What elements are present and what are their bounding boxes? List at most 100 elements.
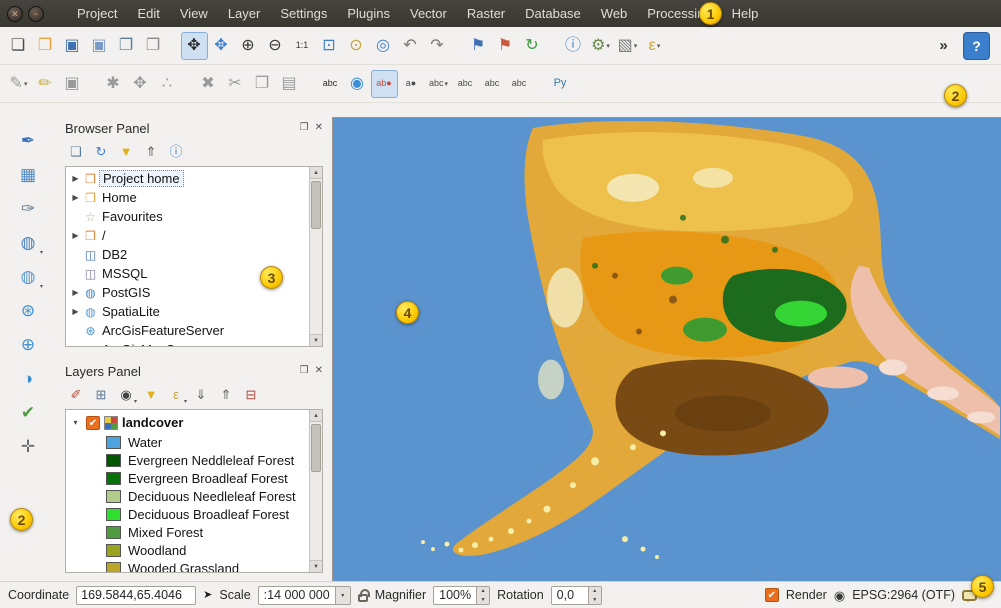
highlight-labels-button[interactable]: ab● <box>371 70 398 98</box>
browser-scrollbar[interactable]: ▲ ▼ <box>309 167 322 346</box>
scroll-up-icon[interactable]: ▲ <box>310 410 322 422</box>
filter-legend-button[interactable]: ▼ <box>140 384 162 406</box>
browser-item-project-home[interactable]: ▶ ❒ Project home <box>66 169 309 188</box>
scroll-up-icon[interactable]: ▲ <box>310 167 322 179</box>
save-project-as-button[interactable]: ▣ <box>86 32 113 60</box>
menu-help[interactable]: Help <box>722 1 769 26</box>
add-vector-layer-button[interactable]: ✒ <box>13 125 43 155</box>
remove-layer-button[interactable]: ⊟ <box>240 384 262 406</box>
add-postgis-layer-button[interactable]: ◍▾ <box>13 227 43 257</box>
float-panel-icon[interactable]: ❐ <box>300 366 309 376</box>
node-tool-button[interactable]: ∴ <box>154 70 181 98</box>
scroll-down-icon[interactable]: ▼ <box>310 334 322 346</box>
menu-plugins[interactable]: Plugins <box>337 1 400 26</box>
expander-icon[interactable]: ▶ <box>69 307 82 316</box>
menu-settings[interactable]: Settings <box>270 1 337 26</box>
expander-icon[interactable]: ▶ <box>69 231 82 240</box>
browser-item-db2[interactable]: ◫ DB2 <box>66 245 309 264</box>
menu-project[interactable]: Project <box>67 1 127 26</box>
pan-to-selection-button[interactable]: ✥ <box>208 32 235 60</box>
show-bookmarks-button[interactable]: ⚑ <box>492 32 519 60</box>
new-project-button[interactable]: ❏ <box>5 32 32 60</box>
scrollbar-thumb[interactable] <box>311 181 321 229</box>
legend-item-woodland[interactable]: Woodland <box>66 541 309 559</box>
zoom-out-button[interactable]: ⊖ <box>262 32 289 60</box>
layers-scrollbar[interactable]: ▲ ▼ <box>309 410 322 572</box>
scrollbar-thumb[interactable] <box>311 424 321 472</box>
browser-item-arcgismapserver[interactable]: ⊛ ArcGisMapServer <box>66 340 309 346</box>
zoom-next-button[interactable]: ↷ <box>424 32 451 60</box>
zoom-full-button[interactable]: ⊡ <box>316 32 343 60</box>
browser-properties-button[interactable]: ⓘ <box>165 141 187 163</box>
expand-all-button[interactable]: ⇓ <box>190 384 212 406</box>
close-panel-icon[interactable]: ✕ <box>315 123 323 133</box>
new-spatialite-layer-button[interactable]: ✛ <box>13 431 43 461</box>
magnifier-value[interactable]: 100% <box>434 587 476 604</box>
open-styling-dock-button[interactable]: ✐ <box>65 384 87 406</box>
python-console-button[interactable]: Py <box>547 70 574 98</box>
close-icon[interactable]: ✕ <box>7 6 23 22</box>
spin-up-icon[interactable]: ▲ <box>589 587 601 596</box>
toggle-editing-button[interactable]: ✏ <box>32 70 59 98</box>
add-delimited-text-button[interactable]: ✑ <box>13 193 43 223</box>
magnifier-spinner[interactable]: 100% ▲▼ <box>433 586 490 605</box>
new-bookmark-button[interactable]: ⚑ <box>465 32 492 60</box>
pin-labels-button[interactable]: a● <box>398 70 425 98</box>
filter-browser-button[interactable]: ▼ <box>115 141 137 163</box>
save-layer-edits-button[interactable]: ▣ <box>59 70 86 98</box>
browser-item-favourites[interactable]: ☆ Favourites <box>66 207 309 226</box>
add-wcs-layer-button[interactable]: ⊕ <box>13 329 43 359</box>
add-feature-button[interactable]: ✱ <box>100 70 127 98</box>
zoom-to-selection-button[interactable]: ⊙ <box>343 32 370 60</box>
menu-database[interactable]: Database <box>515 1 591 26</box>
menu-layer[interactable]: Layer <box>218 1 271 26</box>
expander-icon[interactable]: ▾ <box>69 418 82 427</box>
legend-item-evergreen-neddleleaf[interactable]: Evergreen Neddleleaf Forest <box>66 451 309 469</box>
new-composer-button[interactable]: ❐ <box>113 32 140 60</box>
refresh-browser-button[interactable]: ↻ <box>90 141 112 163</box>
lock-scale-icon[interactable] <box>358 594 368 602</box>
legend-item-deciduous-needleleaf[interactable]: Deciduous Needleleaf Forest <box>66 487 309 505</box>
spin-down-icon[interactable]: ▼ <box>477 596 489 605</box>
zoom-native-button[interactable]: 1:1 <box>289 32 316 60</box>
rotate-label-button[interactable]: abc <box>479 70 506 98</box>
copy-features-button[interactable]: ❐ <box>249 70 276 98</box>
map-canvas[interactable] <box>332 117 1001 581</box>
scale-combo[interactable]: :14 000 000 ▾ <box>258 586 351 605</box>
move-feature-button[interactable]: ✥ <box>127 70 154 98</box>
spin-down-icon[interactable]: ▼ <box>589 596 601 605</box>
cut-features-button[interactable]: ✂ <box>222 70 249 98</box>
identify-features-button[interactable]: ⓘ <box>560 32 587 60</box>
expander-icon[interactable]: ▶ <box>69 174 82 183</box>
collapse-all-button[interactable]: ⇑ <box>140 141 162 163</box>
select-features-button[interactable]: ▧▾ <box>614 32 641 60</box>
expander-icon[interactable]: ▶ <box>69 288 82 297</box>
new-shapefile-layer-button[interactable]: ✔ <box>13 397 43 427</box>
mouse-position-icon[interactable]: ➤ <box>203 590 212 601</box>
add-selected-layers-button[interactable]: ❏ <box>65 141 87 163</box>
legend-item-evergreen-broadleaf[interactable]: Evergreen Broadleaf Forest <box>66 469 309 487</box>
add-wfs-layer-button[interactable]: ◑ <box>13 363 43 393</box>
expander-icon[interactable]: ▶ <box>69 193 82 202</box>
menu-view[interactable]: View <box>170 1 218 26</box>
layer-row-landcover[interactable]: ▾ ✔ landcover <box>66 412 309 433</box>
help-button[interactable]: ? <box>963 32 990 60</box>
coordinate-input[interactable] <box>76 586 196 605</box>
legend-item-water[interactable]: Water <box>66 433 309 451</box>
scroll-down-icon[interactable]: ▼ <box>310 560 322 572</box>
rotation-value[interactable]: 0,0 <box>552 587 588 604</box>
float-panel-icon[interactable]: ❐ <box>300 123 309 133</box>
legend-item-wooded-grassland[interactable]: Wooded Grassland <box>66 559 309 572</box>
browser-item-arcgisfeatureserver[interactable]: ⊛ ArcGisFeatureServer <box>66 321 309 340</box>
change-label-button[interactable]: abc <box>506 70 533 98</box>
add-spatialite-layer-button[interactable]: ◍▾ <box>13 261 43 291</box>
zoom-last-button[interactable]: ↶ <box>397 32 424 60</box>
open-project-button[interactable]: ❒ <box>32 32 59 60</box>
browser-item-spatialite[interactable]: ▶ ◍ SpatiaLite <box>66 302 309 321</box>
add-group-button[interactable]: ⊞ <box>90 384 112 406</box>
add-raster-layer-button[interactable]: ▦ <box>13 159 43 189</box>
composer-manager-button[interactable]: ❐ <box>140 32 167 60</box>
labeling-button[interactable]: ◉ <box>344 70 371 98</box>
delete-selected-button[interactable]: ✖ <box>195 70 222 98</box>
save-project-button[interactable]: ▣ <box>59 32 86 60</box>
